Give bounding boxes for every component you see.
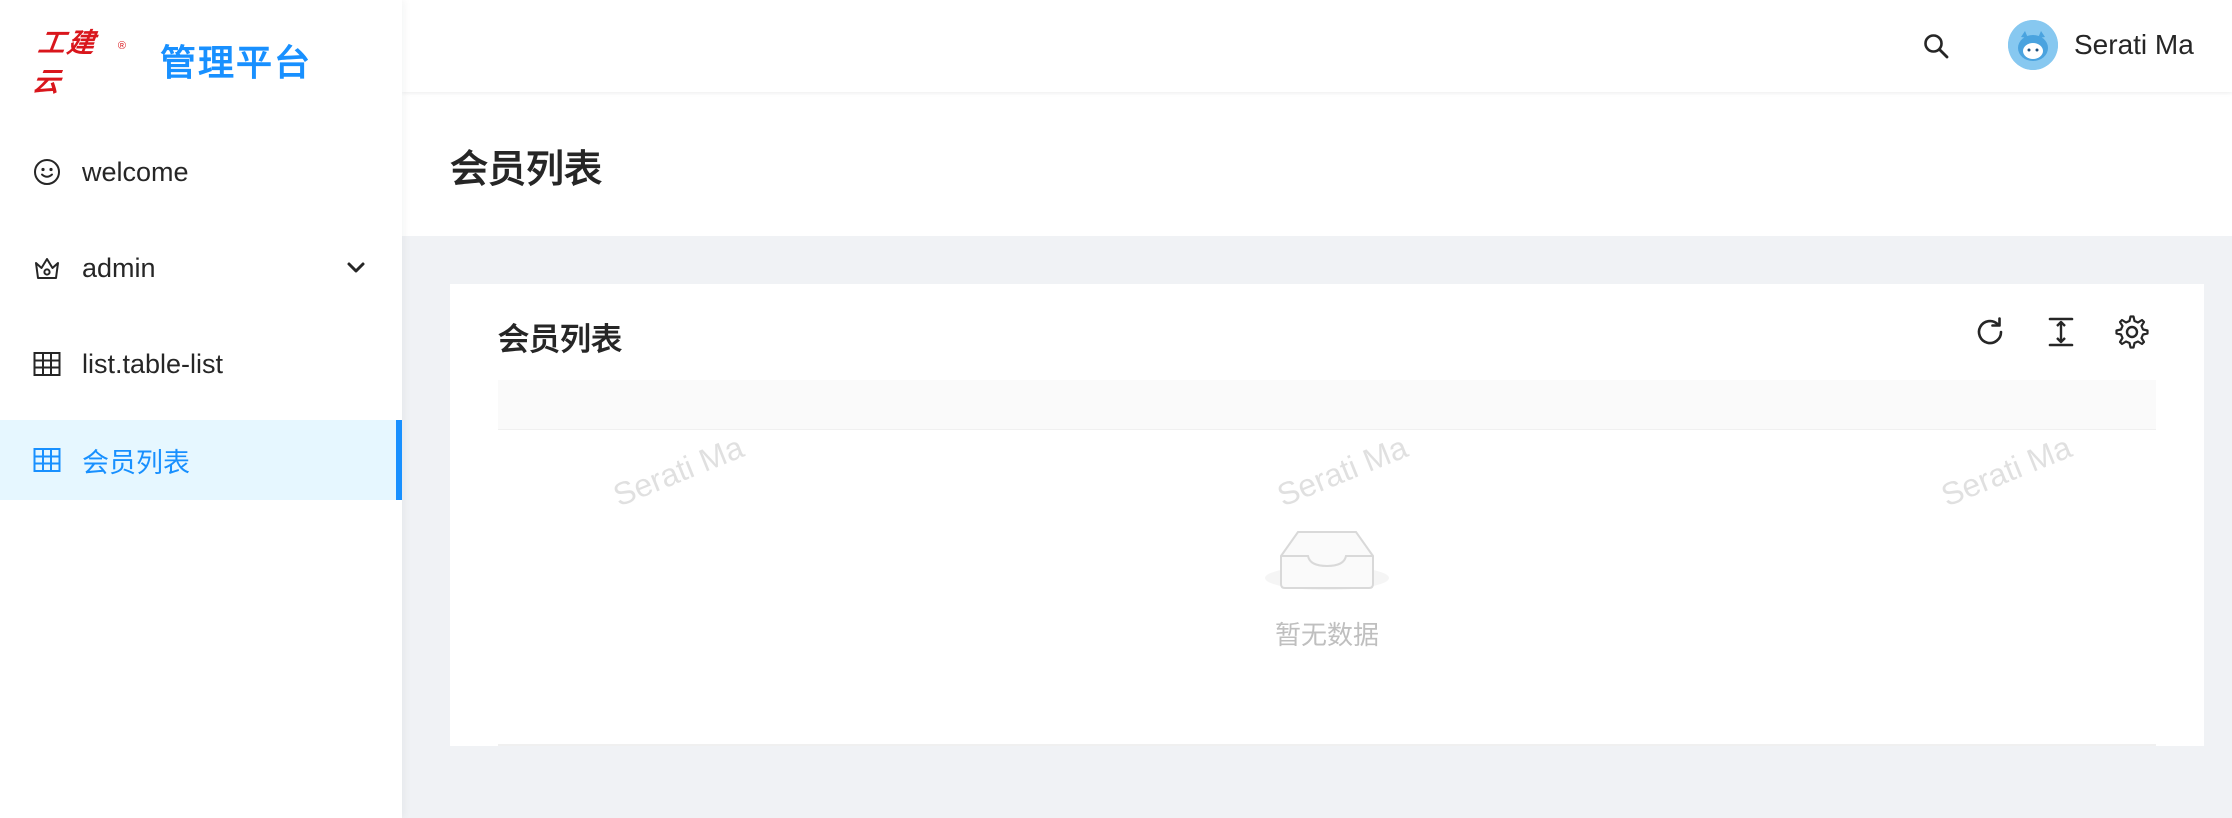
table-icon [32,445,62,475]
smile-icon [32,157,62,187]
sidebar-item-welcome[interactable]: welcome [0,132,402,212]
sidebar-item-label: admin [82,252,156,283]
sidebar-item-table-list[interactable]: list.table-list [0,324,402,404]
username[interactable]: Serati Ma [2074,28,2194,62]
search-icon[interactable] [1918,28,1954,64]
logo-mark: 工建云 ® [31,28,126,98]
empty-text: 暂无数据 [1274,620,1379,650]
reload-icon[interactable] [1970,312,2010,352]
avatar[interactable] [2008,20,2058,70]
registered-mark: ® [117,40,126,52]
table-icon [32,349,62,379]
sidebar-item-label: 会员列表 [82,447,190,478]
column-height-icon[interactable] [2041,312,2081,352]
empty-inbox-icon [1264,514,1390,599]
side-menu: welcome admin list.table-list 会员列表 [0,132,402,516]
sidebar-item-label: list.table-list [82,348,224,379]
table-card: 会员列表 暂无数据 [450,284,2204,746]
page-header: 会员列表 [402,92,2232,236]
top-header: Serati Ma [402,0,2232,92]
logo-mark-text: 工建云 [30,28,99,98]
logo[interactable]: 工建云 ® 管理平台 [31,28,313,98]
table-header [498,380,2156,430]
crown-icon [32,253,62,283]
page-title: 会员列表 [450,149,603,191]
sidebar-item-label: welcome [82,156,189,187]
sidebar: 工建云 ® 管理平台 welcome admin list.table-list [0,0,402,818]
logo-title: 管理平台 [160,42,313,83]
divider [498,744,2156,746]
card-title: 会员列表 [498,322,622,357]
sidebar-item-admin[interactable]: admin [0,228,402,308]
setting-icon[interactable] [2112,312,2152,352]
chevron-down-icon [344,256,368,280]
empty-state: 暂无数据 [450,514,2204,652]
sidebar-item-member-list[interactable]: 会员列表 [0,420,402,500]
